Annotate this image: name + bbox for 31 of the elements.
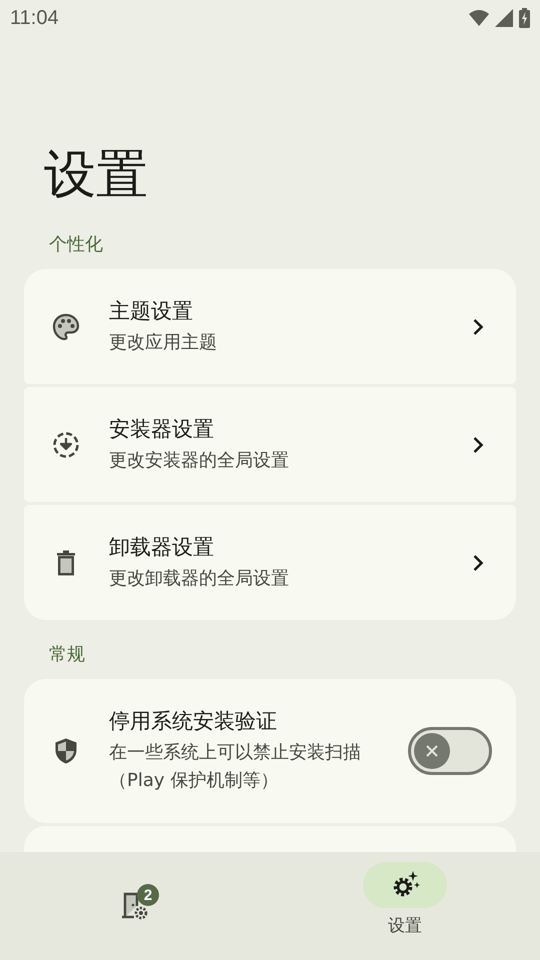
page-title: 设置 bbox=[44, 144, 149, 207]
door-gear-icon bbox=[120, 890, 150, 920]
nav-tab[interactable]: 2 bbox=[93, 882, 177, 928]
wifi-icon bbox=[469, 9, 489, 27]
battery-charging-icon bbox=[519, 8, 530, 28]
item-title: 安装器设置 bbox=[109, 416, 215, 442]
status-time: 11:04 bbox=[10, 6, 59, 30]
nav-label: 设置 bbox=[388, 915, 422, 937]
section-header: 个性化 bbox=[49, 233, 104, 257]
signal-icon bbox=[495, 9, 513, 27]
chevron-right-icon bbox=[472, 436, 484, 454]
chevron-right-icon bbox=[472, 554, 484, 572]
close-icon bbox=[424, 743, 440, 759]
item-title: 卸载器设置 bbox=[109, 534, 215, 560]
nav-tab[interactable] bbox=[363, 862, 447, 908]
item-subtitle: 在一些系统上可以禁止安装扫描（Play 保护机制等） bbox=[109, 741, 362, 793]
count-badge: 2 bbox=[137, 884, 159, 906]
item-title: 主题设置 bbox=[109, 298, 194, 324]
settings-item[interactable]: 安装器设置 更改安装器的全局设置 bbox=[24, 387, 516, 502]
download-circle-icon bbox=[52, 430, 80, 458]
item-subtitle: 更改安装器的全局设置 bbox=[109, 448, 290, 472]
palette-icon bbox=[52, 312, 80, 340]
settings-item[interactable]: 主题设置 更改应用主题 bbox=[24, 269, 516, 384]
settings-item[interactable]: 停用系统安装验证 在一些系统上可以禁止安装扫描（Play 保护机制等） bbox=[24, 679, 516, 823]
settings-item[interactable]: 卸载器设置 更改卸载器的全局设置 bbox=[24, 505, 516, 620]
toggle-switch[interactable] bbox=[408, 727, 492, 775]
item-subtitle: 更改应用主题 bbox=[109, 330, 218, 354]
item-title: 停用系统安装验证 bbox=[109, 708, 278, 735]
chevron-right-icon bbox=[472, 318, 484, 336]
item-subtitle: 更改卸载器的全局设置 bbox=[109, 566, 290, 590]
section-header: 常规 bbox=[49, 643, 86, 667]
